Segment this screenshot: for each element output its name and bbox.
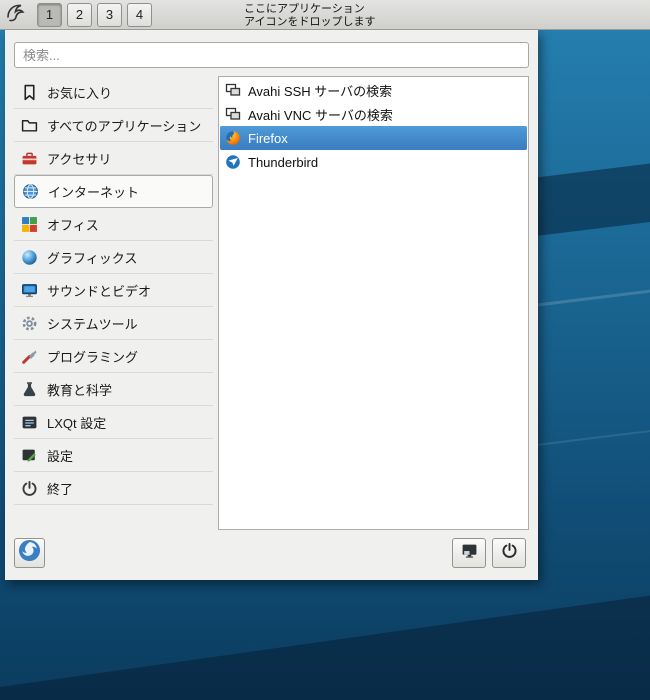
category-label: お気に入り — [47, 85, 113, 101]
category-label: オフィス — [47, 217, 99, 233]
category-item-leave[interactable]: 終了 — [14, 472, 213, 505]
gear-icon — [20, 314, 38, 332]
lxqt-settings-icon — [20, 413, 38, 431]
category-item-programming[interactable]: プログラミング — [14, 340, 213, 373]
drop-hint-line1: ここにアプリケーション — [244, 3, 365, 15]
category-item-sound-video[interactable]: サウンドとビデオ — [14, 274, 213, 307]
lxqt-logo-button[interactable] — [14, 538, 45, 568]
lxqt-bird-icon — [4, 0, 28, 29]
office-icon — [20, 215, 38, 233]
category-label: プログラミング — [47, 349, 139, 365]
firefox-icon — [225, 130, 241, 146]
category-label: 終了 — [47, 481, 74, 497]
category-item-favorites[interactable]: お気に入り — [14, 76, 213, 109]
preferences-icon — [20, 446, 38, 464]
lock-screen-icon — [461, 542, 478, 564]
app-label: Firefox — [248, 130, 288, 146]
category-list: お気に入り すべてのアプリケーション アクセサリ インターネット オフィス グラ… — [14, 76, 213, 505]
category-label: 設定 — [47, 448, 74, 464]
power-icon — [501, 542, 518, 564]
quicklaunch-drop-hint: ここにアプリケーション アイコンをドロップします — [244, 1, 375, 28]
avahi-icon — [225, 106, 241, 122]
category-label: サウンドとビデオ — [47, 283, 152, 299]
workspace-button-3[interactable]: 3 — [97, 2, 122, 27]
category-label: システムツール — [47, 316, 138, 332]
category-label: 教育と科学 — [47, 382, 113, 398]
app-label: Thunderbird — [248, 154, 319, 170]
search-input[interactable] — [14, 42, 529, 68]
app-item-avahi-vnc[interactable]: Avahi VNC サーバの検索 — [220, 102, 527, 126]
category-item-accessories[interactable]: アクセサリ — [14, 142, 213, 175]
thunderbird-icon — [225, 154, 241, 170]
globe-icon — [21, 183, 39, 201]
app-label: Avahi SSH サーバの検索 — [248, 83, 393, 99]
category-item-all-applications[interactable]: すべてのアプリケーション — [14, 109, 213, 142]
screwdriver-icon — [20, 347, 38, 365]
avahi-icon — [225, 82, 241, 98]
toolbox-icon — [20, 149, 38, 167]
flask-icon — [20, 380, 38, 398]
lock-screen-button[interactable] — [452, 538, 486, 568]
app-item-thunderbird[interactable]: Thunderbird — [220, 150, 527, 174]
sphere-icon — [20, 248, 38, 266]
workspace-button-1[interactable]: 1 — [37, 2, 62, 27]
workspace-button-4[interactable]: 4 — [127, 2, 152, 27]
category-label: インターネット — [48, 185, 140, 200]
category-label: すべてのアプリケーション — [47, 118, 202, 134]
drop-hint-line2: アイコンをドロップします — [244, 15, 376, 28]
category-item-graphics[interactable]: グラフィックス — [14, 241, 213, 274]
folder-icon — [20, 116, 38, 134]
category-label: LXQt 設定 — [47, 415, 107, 431]
app-item-firefox[interactable]: Firefox — [220, 126, 527, 150]
shutdown-button[interactable] — [492, 538, 526, 568]
category-item-office[interactable]: オフィス — [14, 208, 213, 241]
workspace-switcher: 1 2 3 4 — [37, 2, 152, 27]
power-icon — [20, 479, 38, 497]
category-item-lxqt-settings[interactable]: LXQt 設定 — [14, 406, 213, 439]
category-item-internet[interactable]: インターネット — [14, 175, 213, 208]
app-menu-popup: お気に入り すべてのアプリケーション アクセサリ — [5, 30, 538, 580]
app-list: Avahi SSH サーバの検索 Avahi VNC サーバの検索 Firefo… — [218, 76, 529, 530]
top-panel: 1 2 3 4 ここにアプリケーション アイコンをドロップします — [0, 0, 650, 30]
category-item-system-tools[interactable]: システムツール — [14, 307, 213, 340]
category-label: グラフィックス — [47, 250, 138, 266]
app-item-avahi-ssh[interactable]: Avahi SSH サーバの検索 — [220, 78, 527, 102]
category-label: アクセサリ — [47, 151, 112, 167]
panel-menu-button[interactable] — [2, 1, 29, 28]
workspace-button-2[interactable]: 2 — [67, 2, 92, 27]
monitor-icon — [20, 281, 38, 299]
app-label: Avahi VNC サーバの検索 — [248, 107, 393, 123]
category-item-preferences[interactable]: 設定 — [14, 439, 213, 472]
bookmark-icon — [20, 83, 38, 101]
category-item-education-science[interactable]: 教育と科学 — [14, 373, 213, 406]
lxqt-logo-icon — [18, 539, 41, 567]
